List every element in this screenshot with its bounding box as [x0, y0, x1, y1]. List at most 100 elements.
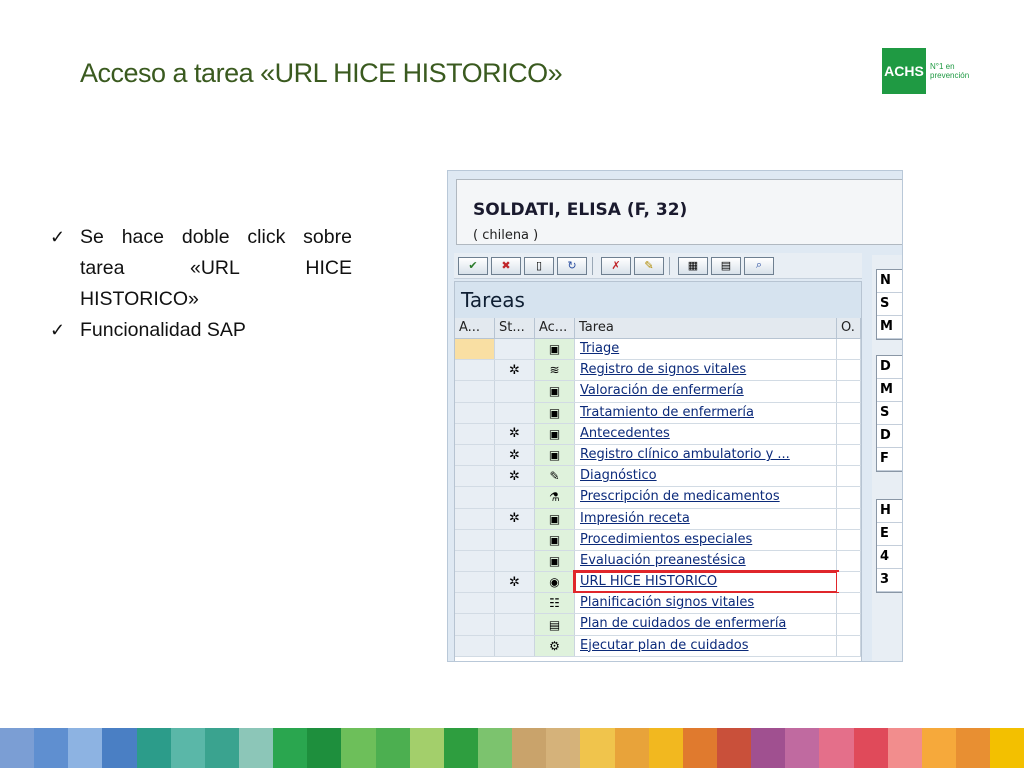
task-action-icon[interactable]: ☷	[535, 593, 575, 614]
task-row[interactable]: ✲ ▣ Antecedentes	[455, 423, 861, 445]
task-action-icon[interactable]: ⚗	[535, 487, 575, 508]
task-action-icon[interactable]: ▣	[535, 550, 575, 572]
task-link[interactable]: Plan de cuidados de enfermería	[575, 614, 837, 635]
footer-stripe	[853, 728, 888, 768]
task-status-icon	[495, 593, 535, 614]
task-row[interactable]: ✲ ▣ Impresión receta	[455, 508, 861, 530]
task-link[interactable]: Valoración de enfermería	[575, 381, 837, 402]
patient-name: SOLDATI, ELISA (F, 32)	[473, 200, 688, 220]
task-action-icon[interactable]: ▣	[535, 508, 575, 529]
cancel-icon: ✗	[611, 260, 621, 272]
task-action-icon[interactable]: ▣	[535, 444, 575, 466]
task-link[interactable]: Planificación signos vitales	[575, 593, 837, 614]
column-header-status[interactable]: St...	[495, 318, 535, 338]
task-priority-cell[interactable]	[455, 360, 495, 381]
task-row[interactable]: ☷ Planificación signos vitales	[455, 593, 861, 615]
task-link[interactable]: Diagnóstico	[575, 466, 837, 487]
task-action-icon[interactable]: ≋	[535, 360, 575, 381]
footer-stripe	[307, 728, 342, 768]
task-row[interactable]: ✲ ✎ Diagnóstico	[455, 466, 861, 488]
task-priority-cell[interactable]	[455, 487, 495, 508]
task-o-cell	[837, 381, 861, 402]
task-link[interactable]: Prescripción de medicamentos	[575, 487, 837, 508]
task-link[interactable]: Evaluación preanestésica	[575, 550, 837, 572]
task-priority-cell[interactable]	[455, 381, 495, 402]
task-row[interactable]: ▣ Tratamiento de enfermería	[455, 402, 861, 424]
footer-stripe	[34, 728, 69, 768]
task-priority-cell[interactable]	[455, 635, 495, 656]
task-link[interactable]: Tratamiento de enfermería	[575, 402, 837, 423]
task-priority-cell[interactable]	[455, 402, 495, 423]
refresh-button[interactable]: ↻	[557, 256, 587, 275]
task-status-icon: ✲	[495, 444, 535, 466]
column-header-action[interactable]: Ac...	[535, 318, 575, 338]
task-row[interactable]: ⚗ Prescripción de medicamentos	[455, 487, 861, 509]
bullet-word: HISTORICO»	[80, 288, 199, 310]
task-action-icon[interactable]: ▣	[535, 423, 575, 444]
search-button[interactable]: ⌕	[744, 256, 774, 275]
sap-toolbar: ✔ ✖ ▯ ↻ ✗ ✎ ▦ ▤ ⌕	[454, 253, 862, 279]
side-panel-cell: H	[877, 500, 902, 523]
task-action-icon[interactable]: ▣	[535, 402, 575, 423]
task-status-icon	[495, 487, 535, 508]
footer-stripe	[477, 728, 513, 768]
layout-button[interactable]: ▤	[711, 256, 741, 275]
task-row[interactable]: ✲ ▣ Registro clínico ambulatorio y ...	[455, 444, 861, 467]
column-header-task[interactable]: Tarea	[575, 318, 837, 338]
task-row[interactable]: ▣ Valoración de enfermería	[455, 381, 861, 403]
task-link[interactable]: Ejecutar plan de cuidados	[575, 635, 837, 656]
task-action-icon[interactable]: ▤	[535, 614, 575, 635]
task-link[interactable]: URL HICE HISTORICO	[573, 570, 839, 595]
grid-view-button[interactable]: ▦	[678, 256, 708, 275]
delete-button[interactable]: ✖	[491, 256, 521, 275]
task-row[interactable]: ▣ Procedimientos especiales	[455, 529, 861, 551]
task-status-icon: ✲	[495, 508, 535, 529]
task-priority-cell[interactable]	[455, 550, 495, 572]
task-o-cell	[837, 487, 861, 508]
bullet-list: ✓ Se hace doble click sobre tarea «URL HICE HISTO…	[50, 222, 352, 346]
right-side-panels: NSMDMSDFHE43	[872, 255, 902, 661]
confirm-button[interactable]: ✔	[458, 256, 488, 275]
task-o-cell	[837, 572, 861, 593]
task-priority-cell[interactable]	[455, 572, 495, 593]
task-link[interactable]: Registro clínico ambulatorio y ...	[575, 444, 837, 466]
task-action-icon[interactable]: ▣	[535, 381, 575, 402]
task-row[interactable]: ✲ ◉ URL HICE HISTORICO	[455, 570, 861, 595]
task-priority-cell[interactable]	[455, 593, 495, 614]
side-panel-box: NSM	[876, 269, 902, 340]
bullet-text: Se hace doble click sobre tarea «URL HICE HISTOR…	[80, 222, 352, 315]
task-link[interactable]: Registro de signos vitales	[575, 360, 837, 381]
task-row[interactable]: ▣ Triage	[455, 339, 861, 361]
task-status-icon: ✲	[495, 466, 535, 487]
task-action-icon[interactable]: ▣	[535, 529, 575, 550]
column-header-a[interactable]: A...	[455, 318, 495, 338]
task-action-icon[interactable]: ⚙	[535, 635, 575, 656]
task-o-cell	[837, 614, 861, 635]
task-priority-cell[interactable]	[455, 466, 495, 487]
task-row[interactable]: ⚙ Ejecutar plan de cuidados	[455, 635, 861, 657]
task-row[interactable]: ✲ ≋ Registro de signos vitales	[455, 360, 861, 382]
task-link[interactable]: Antecedentes	[575, 423, 837, 444]
task-priority-cell[interactable]	[455, 444, 495, 466]
task-priority-cell[interactable]	[455, 339, 495, 360]
task-priority-cell[interactable]	[455, 508, 495, 529]
column-header-o[interactable]: O.	[837, 318, 861, 338]
task-action-icon[interactable]: ▣	[535, 339, 575, 360]
task-action-icon[interactable]: ✎	[535, 466, 575, 487]
task-row[interactable]: ▤ Plan de cuidados de enfermería	[455, 614, 861, 636]
cancel-task-button[interactable]: ✗	[601, 256, 631, 275]
logo-tagline-1: N°1 en	[930, 62, 955, 71]
task-link[interactable]: Procedimientos especiales	[575, 529, 837, 550]
task-priority-cell[interactable]	[455, 423, 495, 444]
task-action-icon[interactable]: ◉	[535, 572, 575, 593]
task-o-cell	[837, 466, 861, 487]
new-document-button[interactable]: ▯	[524, 256, 554, 275]
side-panel-cell: M	[877, 316, 902, 339]
task-row[interactable]: ▣ Evaluación preanestésica	[455, 550, 861, 573]
task-link[interactable]: Impresión receta	[575, 508, 837, 529]
task-link[interactable]: Triage	[575, 339, 837, 360]
footer-stripe	[375, 728, 410, 768]
edit-task-button[interactable]: ✎	[634, 256, 664, 275]
task-priority-cell[interactable]	[455, 614, 495, 635]
task-priority-cell[interactable]	[455, 529, 495, 550]
